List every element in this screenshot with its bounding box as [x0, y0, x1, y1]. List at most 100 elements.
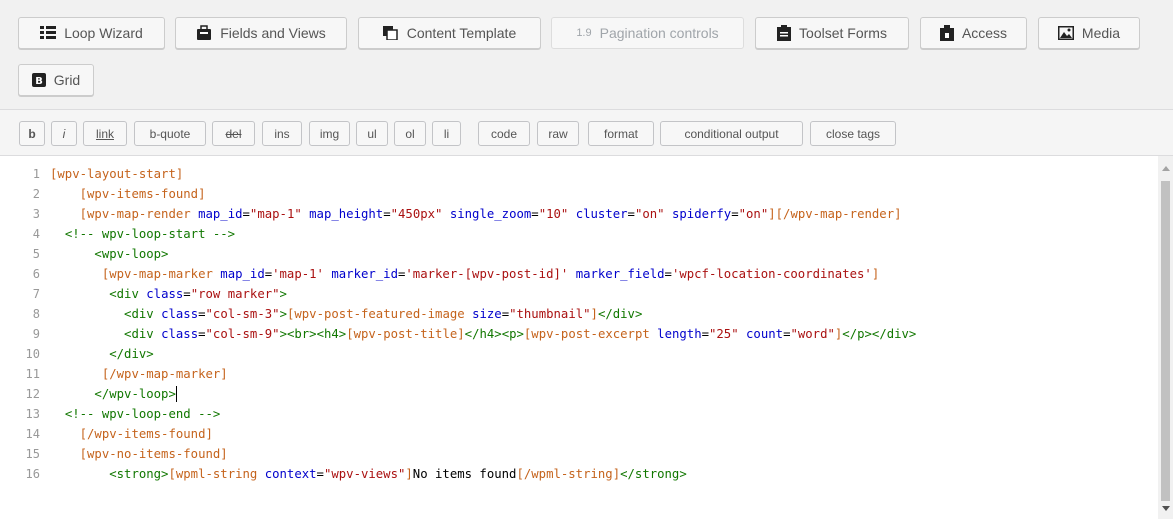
toolset-forms-button[interactable]: Toolset Forms — [755, 17, 909, 49]
code-line[interactable]: [wpv-no-items-found] — [50, 444, 228, 464]
code-line[interactable]: [/wpv-items-found] — [50, 424, 213, 444]
code-token: "10" — [538, 207, 569, 221]
access-button[interactable]: Access — [920, 17, 1027, 49]
line-number: 15 — [25, 447, 40, 461]
code-token: = — [198, 307, 206, 321]
qt-ins-button[interactable]: ins — [262, 121, 302, 146]
code-token: marker_field — [575, 267, 665, 281]
code-line[interactable]: [wpv-layout-start] — [50, 164, 183, 184]
grid-label: Grid — [53, 72, 81, 88]
code-token: = — [242, 207, 250, 221]
editor-scrollbar[interactable] — [1158, 156, 1173, 519]
qt-ul-button[interactable]: ul — [356, 121, 388, 146]
code-token: <div — [109, 287, 147, 301]
code-line[interactable]: <!-- wpv-loop-end --> — [50, 404, 220, 424]
code-token: [wpv-no-items-found] — [79, 447, 228, 461]
code-token: ] — [590, 307, 598, 321]
qt-del-button[interactable]: del — [212, 121, 255, 146]
scroll-thumb[interactable] — [1161, 181, 1170, 501]
code-token: </div> — [109, 347, 154, 361]
line-number: 5 — [32, 247, 40, 261]
qt-format-button[interactable]: format — [588, 121, 654, 146]
code-token: "on" — [738, 207, 769, 221]
qt-link-button[interactable]: link — [83, 121, 127, 146]
scroll-down-arrow-icon[interactable] — [1162, 506, 1170, 511]
qt-close-tags-button[interactable]: close tags — [810, 121, 896, 146]
code-token: map_id — [220, 267, 265, 281]
code-token: class — [161, 307, 199, 321]
code-token: </p></div> — [842, 327, 917, 341]
grid-button[interactable]: B Grid — [18, 64, 94, 96]
code-line[interactable]: </div> — [50, 344, 154, 364]
qt-italic-button[interactable]: i — [51, 121, 77, 146]
code-line[interactable]: <!-- wpv-loop-start --> — [50, 224, 235, 244]
code-token: "450px" — [390, 207, 443, 221]
qt-raw-button[interactable]: raw — [537, 121, 579, 146]
code-token: <div — [124, 327, 162, 341]
code-token: [wpv-post-excerpt — [523, 327, 658, 341]
media-button[interactable]: Media — [1038, 17, 1140, 49]
code-line[interactable]: [wpv-items-found] — [50, 184, 206, 204]
code-token: count — [746, 327, 784, 341]
loop-wizard-label: Loop Wizard — [64, 25, 143, 41]
code-token: > — [279, 287, 287, 301]
code-token: <wpv-loop> — [94, 247, 169, 261]
content-template-button[interactable]: Content Template — [358, 17, 541, 49]
code-line[interactable]: [wpv-map-marker map_id='map-1' marker_id… — [50, 264, 879, 284]
qt-blockquote-button[interactable]: b-quote — [134, 121, 206, 146]
code-line[interactable]: </wpv-loop> — [50, 384, 175, 404]
qt-img-button[interactable]: img — [309, 121, 350, 146]
code-token: = — [664, 267, 672, 281]
code-token: ] — [871, 267, 880, 281]
line-number-gutter: 1 2 3 4 5 6 7 8 9 10 11 12 13 14 15 16 — [0, 156, 48, 519]
code-token: "word" — [790, 327, 835, 341]
code-token: cluster — [575, 207, 628, 221]
code-editor[interactable]: 1 2 3 4 5 6 7 8 9 10 11 12 13 14 15 16 [wpv-layout-star… — [0, 156, 1173, 519]
code-token: 'marker-[wpv-post-id]' — [405, 267, 569, 281]
fields-and-views-button[interactable]: Fields and Views — [175, 17, 347, 49]
code-line[interactable]: <div class="row marker"> — [50, 284, 287, 304]
code-token: = — [264, 267, 273, 281]
code-token: "row marker" — [190, 287, 280, 301]
template-icon — [382, 26, 399, 40]
code-line[interactable]: <wpv-loop> — [50, 244, 168, 264]
grid-list-icon — [40, 26, 57, 40]
clipboard-icon — [777, 25, 792, 41]
code-line[interactable]: <div class="col-sm-9"><br><h4>[wpv-post-… — [50, 324, 916, 344]
code-token: marker_id — [331, 267, 398, 281]
scroll-up-arrow-icon[interactable] — [1162, 166, 1170, 171]
code-token: [wpv-layout-start] — [50, 167, 184, 181]
code-line[interactable]: <strong>[wpml-string context="wpv-views"… — [50, 464, 687, 484]
code-token: No items found — [412, 467, 517, 481]
code-line[interactable]: [wpv-map-render map_id="map-1" map_heigh… — [50, 204, 902, 224]
code-line[interactable]: [/wpv-map-marker] — [50, 364, 228, 384]
qt-bold-button[interactable]: b — [19, 121, 45, 146]
line-number: 9 — [32, 327, 40, 341]
code-line[interactable]: <div class="col-sm-3">[wpv-post-featured… — [50, 304, 642, 324]
qt-conditional-output-button[interactable]: conditional output — [660, 121, 803, 146]
code-token: [wpv-map-render — [79, 207, 199, 221]
loop-wizard-button[interactable]: Loop Wizard — [18, 17, 165, 49]
qt-ol-button[interactable]: ol — [394, 121, 426, 146]
qt-li-button[interactable]: li — [432, 121, 461, 146]
code-token: = — [731, 207, 739, 221]
code-token: <strong> — [109, 467, 169, 481]
code-token: = — [501, 307, 510, 321]
code-token: [wpv-map-marker — [101, 267, 221, 281]
qt-code-button[interactable]: code — [478, 121, 530, 146]
fields-and-views-label: Fields and Views — [220, 25, 326, 41]
line-number: 2 — [32, 187, 40, 201]
pagination-controls-button[interactable]: 1.9 Pagination controls — [551, 17, 744, 49]
code-token: = — [383, 207, 391, 221]
code-token: spiderfy — [671, 207, 732, 221]
code-token: class — [146, 287, 184, 301]
line-number: 4 — [32, 227, 40, 241]
